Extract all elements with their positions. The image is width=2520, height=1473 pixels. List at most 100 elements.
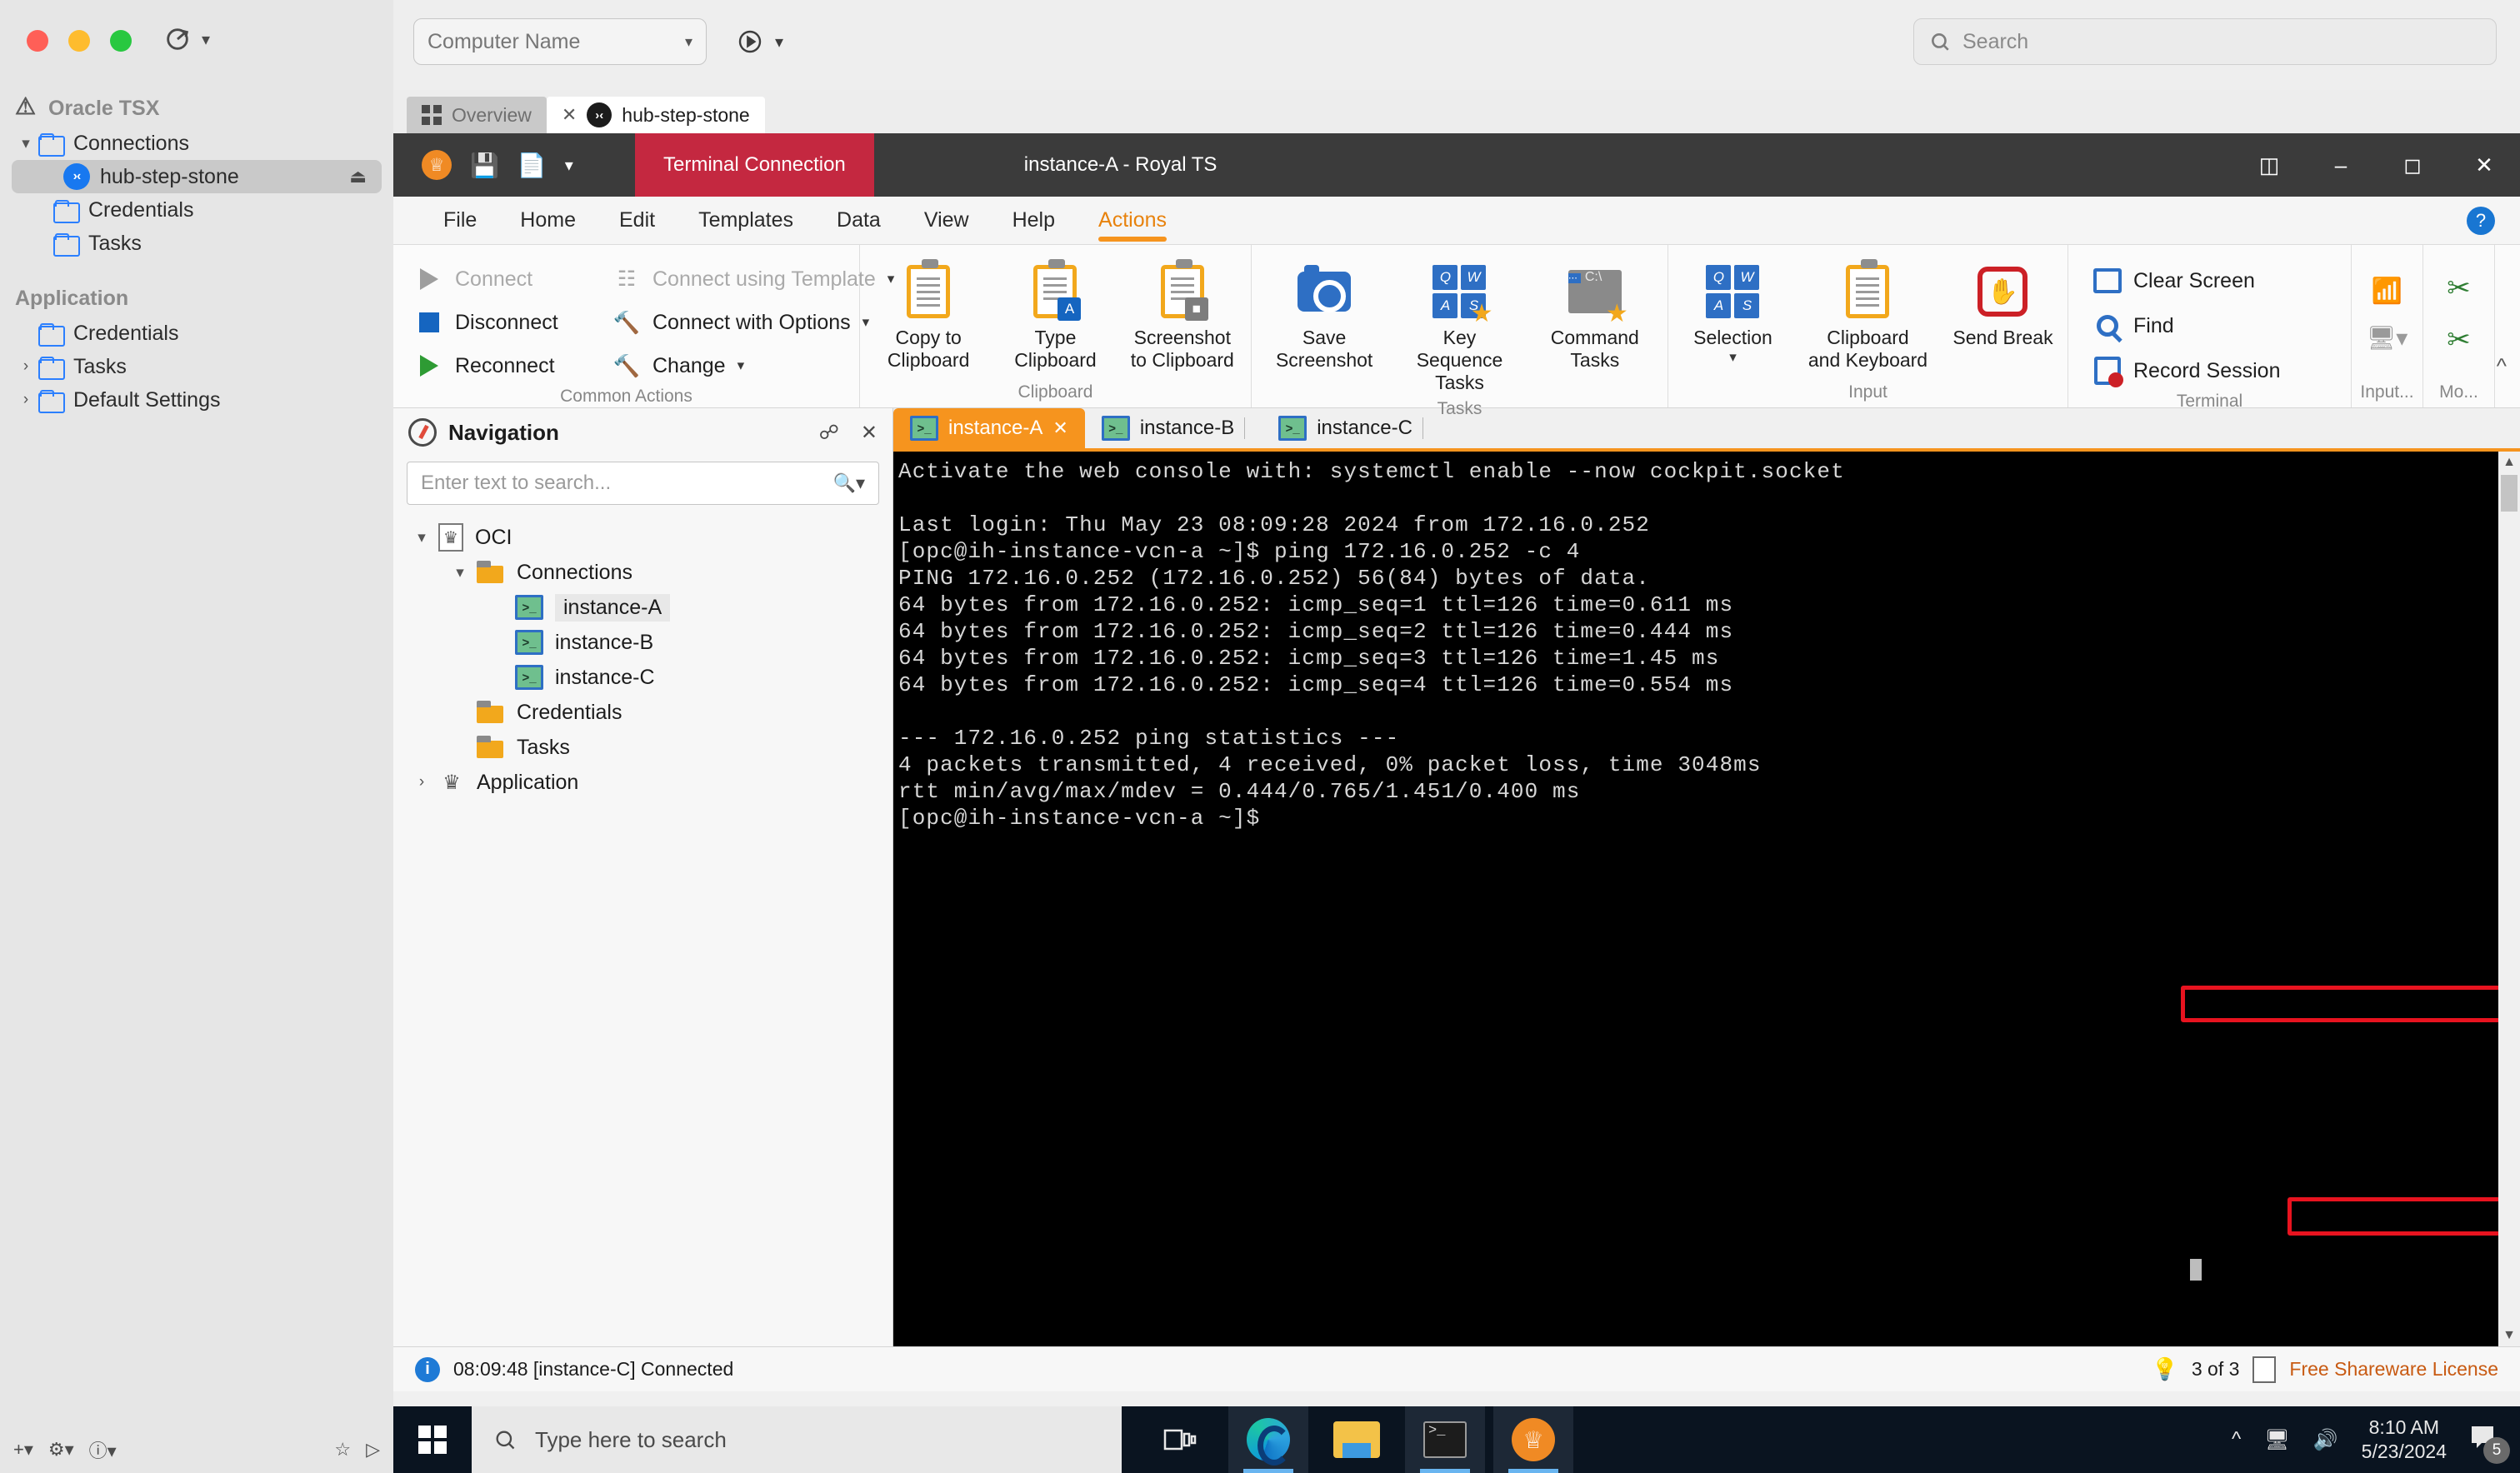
- scroll-up-icon[interactable]: ▲: [2498, 452, 2520, 473]
- maximize-icon[interactable]: ◻: [2377, 133, 2448, 197]
- notifications-button[interactable]: 5: [2470, 1425, 2510, 1464]
- tab-label: instance-B: [1139, 417, 1235, 439]
- scissors-icon[interactable]: ✂: [2447, 272, 2471, 305]
- file-explorer-button[interactable]: [1317, 1406, 1397, 1473]
- mac-item-credentials[interactable]: Credentials: [0, 193, 393, 227]
- tab-overview[interactable]: Overview: [407, 97, 547, 133]
- scrollbar-thumb[interactable]: [2501, 475, 2518, 512]
- terminal-output[interactable]: Activate the web console with: systemctl…: [893, 452, 2520, 1346]
- license-label[interactable]: Free Shareware License: [2289, 1358, 2498, 1381]
- mac-app-item-tasks[interactable]: › Tasks: [0, 350, 393, 383]
- pin-icon[interactable]: ☍: [819, 421, 839, 445]
- disconnect-button[interactable]: Disconnect: [407, 302, 587, 343]
- type-clipboard-button[interactable]: A Type Clipboard: [992, 257, 1118, 377]
- zoom-window-button[interactable]: [110, 30, 132, 52]
- clock[interactable]: 8:10 AM 5/23/2024: [2362, 1416, 2447, 1464]
- menu-actions[interactable]: Actions: [1077, 197, 1188, 245]
- mac-app-item-credentials[interactable]: Credentials: [0, 317, 393, 350]
- help-icon[interactable]: ⓘ▾: [89, 1436, 117, 1463]
- connect-with-options-button[interactable]: 🔨 Connect with Options ▾: [604, 302, 869, 343]
- save-screenshot-button[interactable]: Save Screenshot: [1262, 257, 1387, 377]
- run-button[interactable]: ▾: [737, 18, 828, 65]
- record-session-button[interactable]: Record Session: [2085, 350, 2288, 392]
- menu-help[interactable]: Help: [991, 197, 1077, 245]
- close-icon[interactable]: ✕: [1052, 417, 1068, 439]
- show-hidden-icons[interactable]: ^: [2232, 1428, 2241, 1451]
- change-button[interactable]: 🔨 Change ▾: [604, 345, 846, 387]
- computer-name-combo[interactable]: Computer Name ▾: [413, 18, 707, 65]
- connect-using-template-button[interactable]: ☷ Connect using Template ▾: [604, 258, 895, 300]
- favorite-icon[interactable]: ☆: [334, 1439, 351, 1461]
- scroll-down-icon[interactable]: ▼: [2498, 1325, 2520, 1346]
- menu-file[interactable]: File: [422, 197, 498, 245]
- help-icon[interactable]: ?: [2467, 206, 2495, 235]
- send-break-button[interactable]: ✋ Send Break: [1943, 257, 2062, 354]
- task-view-button[interactable]: [1140, 1406, 1220, 1473]
- reconnect-button[interactable]: Reconnect: [407, 345, 587, 387]
- refresh-button[interactable]: ▾: [163, 25, 210, 53]
- tree-item-tasks[interactable]: Tasks: [393, 730, 892, 765]
- signal-icon[interactable]: 📶: [2372, 277, 2402, 306]
- qat-overflow-icon[interactable]: ▾: [565, 155, 573, 176]
- tree-item-instance-c[interactable]: >_ instance-C: [393, 660, 892, 695]
- tree-item-connections[interactable]: ▾ Connections: [393, 555, 892, 590]
- terminal-button[interactable]: >_: [1405, 1406, 1485, 1473]
- eject-icon[interactable]: ⏏: [349, 166, 367, 187]
- tree-item-application[interactable]: › ♛ Application: [393, 765, 892, 800]
- menu-home[interactable]: Home: [498, 197, 598, 245]
- start-button[interactable]: [393, 1406, 472, 1473]
- mac-root-item[interactable]: Oracle TSX: [0, 90, 393, 127]
- taskbar-search-input[interactable]: Type here to search: [472, 1406, 1122, 1473]
- navigation-search-input[interactable]: Enter text to search... 🔍▾: [407, 462, 879, 505]
- restore-panel-icon[interactable]: ◫: [2233, 133, 2305, 197]
- save-icon[interactable]: 💾: [470, 152, 499, 179]
- tree-item-instance-a[interactable]: >_ instance-A: [393, 590, 892, 625]
- close-window-button[interactable]: [27, 30, 48, 52]
- new-document-icon[interactable]: 📄: [518, 152, 547, 179]
- copy-to-clipboard-button[interactable]: Copy to Clipboard: [866, 257, 991, 377]
- tree-item-credentials[interactable]: Credentials: [393, 695, 892, 730]
- close-icon[interactable]: ✕: [861, 421, 878, 445]
- mac-item-hub-step-stone[interactable]: ›‹ hub-step-stone ⏏: [12, 160, 382, 193]
- tree-item-oci[interactable]: ▾ OCI: [393, 520, 892, 555]
- add-icon[interactable]: +▾: [13, 1439, 33, 1461]
- close-icon[interactable]: ✕: [2448, 133, 2520, 197]
- scissors-icon[interactable]: ✂: [2447, 323, 2471, 357]
- royalts-button[interactable]: ♕: [1493, 1406, 1573, 1473]
- terminal-tab-instance-b[interactable]: >_ instance-B: [1085, 408, 1262, 448]
- edge-button[interactable]: [1228, 1406, 1308, 1473]
- key-sequence-tasks-button[interactable]: Q W A S ★ Key Sequence Tasks: [1397, 257, 1522, 399]
- screenshot-to-clipboard-button[interactable]: ■ Screenshot to Clipboard: [1120, 257, 1245, 377]
- minimize-icon[interactable]: –: [2305, 133, 2377, 197]
- play-icon[interactable]: ▷: [366, 1439, 380, 1461]
- collapse-ribbon-icon[interactable]: ^: [2497, 353, 2507, 379]
- settings-icon[interactable]: ⚙▾: [48, 1439, 74, 1461]
- menu-edit[interactable]: Edit: [598, 197, 677, 245]
- mac-item-connections[interactable]: ▾ Connections: [0, 127, 393, 160]
- find-button[interactable]: Find: [2085, 305, 2288, 347]
- mac-app-item-default-settings[interactable]: › Default Settings: [0, 383, 393, 417]
- menu-data[interactable]: Data: [815, 197, 902, 245]
- network-icon[interactable]: 🖥: [2264, 1428, 2289, 1452]
- connect-button[interactable]: Connect: [407, 258, 587, 300]
- clear-screen-button[interactable]: Clear Screen: [2085, 260, 2288, 302]
- royalts-logo-icon[interactable]: ♕: [422, 150, 452, 180]
- search-icon[interactable]: 🔍▾: [833, 472, 865, 494]
- close-icon[interactable]: ✕: [562, 104, 577, 126]
- minimize-window-button[interactable]: [68, 30, 90, 52]
- volume-icon[interactable]: 🔊: [2313, 1428, 2338, 1452]
- clipboard-and-keyboard-button[interactable]: Clipboard and Keyboard: [1792, 257, 1943, 377]
- tab-hub-step-stone[interactable]: ✕ ›‹ hub-step-stone: [546, 97, 765, 133]
- folder-icon: [1333, 1421, 1380, 1458]
- terminal-scrollbar[interactable]: ▲ ▼: [2498, 452, 2520, 1346]
- command-tasks-button[interactable]: ⋯ C:\ ★ Command Tasks: [1532, 257, 1658, 377]
- menu-view[interactable]: View: [902, 197, 991, 245]
- tree-item-instance-b[interactable]: >_ instance-B: [393, 625, 892, 660]
- window-traffic-lights[interactable]: [27, 30, 132, 52]
- menu-templates[interactable]: Templates: [677, 197, 815, 245]
- selection-button[interactable]: QWAS Selection ▾: [1673, 257, 1792, 371]
- terminal-tab-instance-a[interactable]: >_ instance-A ✕: [893, 408, 1085, 448]
- screen-cast-icon[interactable]: 🖥▾: [2367, 324, 2408, 352]
- search-field[interactable]: Search: [1913, 18, 2497, 65]
- mac-item-tasks[interactable]: Tasks: [0, 227, 393, 260]
